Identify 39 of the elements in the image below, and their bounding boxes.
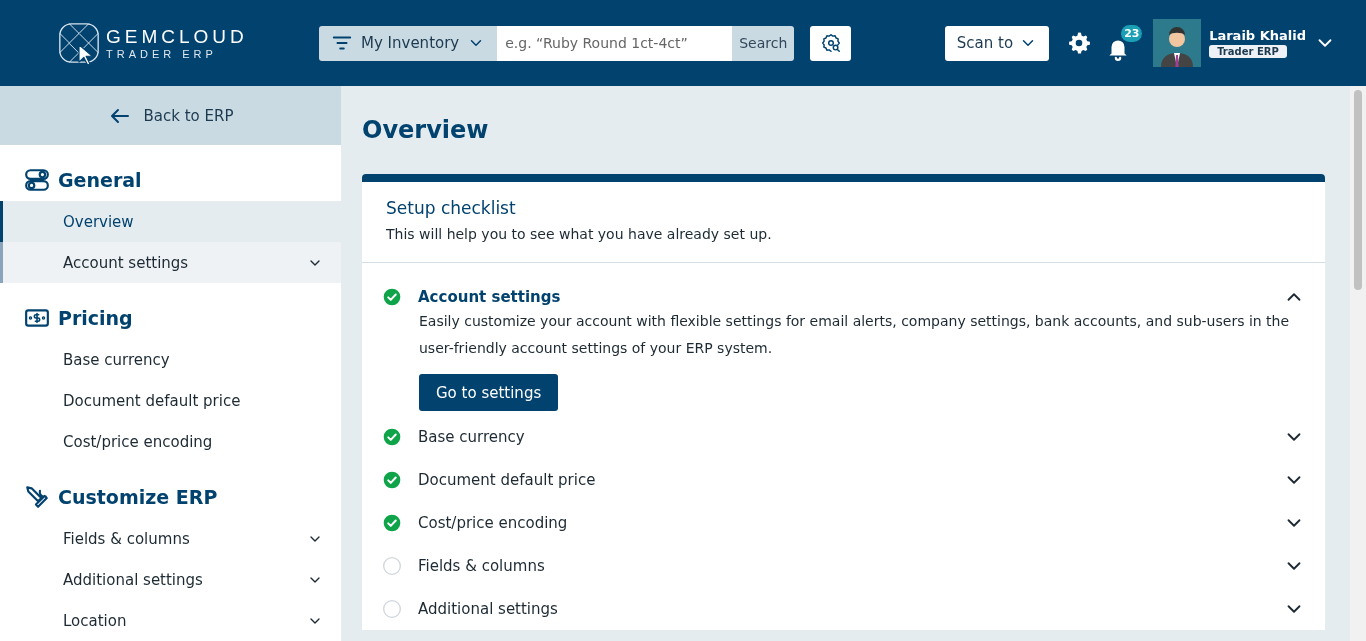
item-description: Easily customize your account with flexible settings for email alerts, company settings, bank accounts, and sub-users in the user-friendly account settings of your ERP system. — [419, 312, 1291, 358]
scrollbar-thumb[interactable] — [1354, 90, 1362, 290]
sidebar-item[interactable]: Overview — [0, 201, 341, 242]
card-title: Setup checklist — [386, 198, 517, 218]
gear-search-icon — [819, 32, 842, 54]
go-to-settings-button[interactable]: Go to settings — [419, 374, 559, 411]
sidebar-item[interactable]: Document default price — [0, 380, 341, 421]
settings-icon — [1067, 31, 1092, 55]
checklist-item[interactable]: Base currency — [382, 415, 1305, 458]
section-title: General — [58, 169, 142, 191]
checklist-item[interactable]: Document default price — [382, 458, 1305, 501]
search-button[interactable]: Search — [732, 25, 795, 61]
scope-dropdown[interactable]: My Inventory — [319, 25, 498, 61]
gem-logo-icon — [56, 20, 102, 66]
back-link[interactable]: Back to ERP — [0, 86, 341, 145]
advanced-search-button[interactable] — [810, 25, 852, 61]
avatar-silhouette — [1153, 19, 1202, 67]
scrollbar[interactable] — [1350, 86, 1366, 641]
search-field[interactable]: e.g. “Ruby Round 1ct-4ct” — [497, 25, 733, 61]
section-title: Customize ERP — [58, 486, 218, 508]
checklist-item[interactable]: Fields & columns — [382, 544, 1305, 587]
toggles-icon — [24, 167, 50, 193]
checklist-item[interactable]: Additional settings — [382, 587, 1305, 630]
page-title: Overview — [362, 116, 490, 144]
notification-count: 23 — [1121, 25, 1143, 42]
sidebar-item[interactable]: Additional settings — [0, 559, 341, 600]
sidebar-item[interactable]: Location — [0, 600, 341, 641]
section-title: Pricing — [58, 307, 133, 329]
card-subtitle: This will help you to see what you have already set up. — [386, 226, 773, 242]
sidebar-item[interactable]: Fields & columns — [0, 518, 341, 559]
brand-tagline: TRADER ERP — [106, 48, 218, 60]
brand-name: GEMCLOUD — [106, 26, 248, 48]
user-name: Laraib Khalid — [1209, 28, 1306, 43]
scan-to-button[interactable]: Scan to — [944, 25, 1050, 61]
checklist-item[interactable]: Cost/price encoding — [382, 501, 1305, 544]
sidebar-item[interactable]: Cost/price encoding — [0, 421, 341, 462]
sidebar-item[interactable]: Account settings — [0, 242, 341, 283]
role-tag: Trader ERP — [1209, 45, 1287, 58]
sidebar-item[interactable]: Base currency — [0, 339, 341, 380]
